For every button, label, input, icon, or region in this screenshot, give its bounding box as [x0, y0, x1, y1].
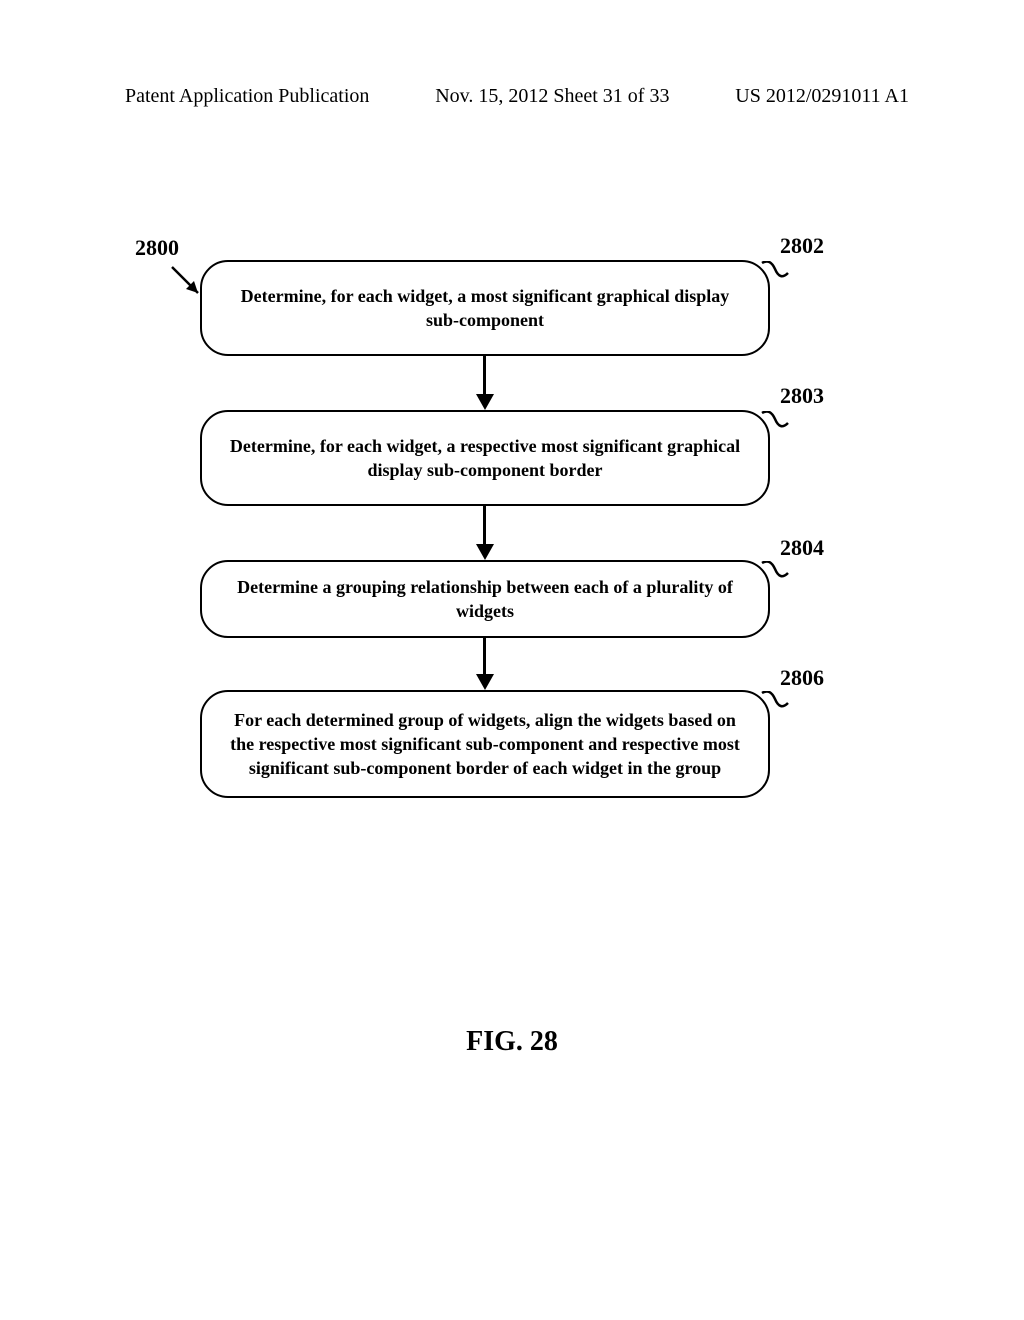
squiggle-connector-icon — [760, 411, 790, 433]
step-text: Determine, for each widget, a most signi… — [222, 284, 748, 333]
step-text: For each determined group of widgets, al… — [222, 708, 748, 781]
patent-header: Patent Application Publication Nov. 15, … — [0, 85, 1024, 108]
figure-label: FIG. 28 — [0, 1026, 1024, 1058]
header-right: US 2012/0291011 A1 — [735, 85, 909, 108]
connector-line — [483, 506, 486, 546]
squiggle-connector-icon — [760, 561, 790, 583]
arrowhead-down-icon — [475, 393, 495, 411]
step-text: Determine a grouping relationship betwee… — [222, 575, 748, 624]
squiggle-connector-icon — [760, 261, 790, 283]
reference-number-2804: 2804 — [780, 535, 824, 561]
step-box-2802: Determine, for each widget, a most signi… — [200, 260, 770, 356]
reference-number-2803: 2803 — [780, 383, 824, 409]
step-box-2804: Determine a grouping relationship betwee… — [200, 560, 770, 638]
header-left: Patent Application Publication — [125, 85, 369, 108]
reference-number-2800: 2800 — [135, 235, 179, 261]
step-box-2806: For each determined group of widgets, al… — [200, 690, 770, 798]
header-center: Nov. 15, 2012 Sheet 31 of 33 — [435, 85, 669, 108]
arrowhead-down-icon — [475, 543, 495, 561]
reference-number-2806: 2806 — [780, 665, 824, 691]
step-text: Determine, for each widget, a respective… — [222, 434, 748, 483]
step-box-2803: Determine, for each widget, a respective… — [200, 410, 770, 506]
reference-number-2802: 2802 — [780, 233, 824, 259]
arrowhead-down-icon — [475, 673, 495, 691]
squiggle-connector-icon — [760, 691, 790, 713]
connector-line — [483, 356, 486, 396]
connector-line — [483, 638, 486, 676]
